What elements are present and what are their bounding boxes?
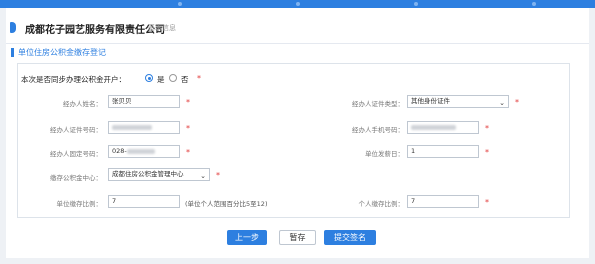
unit-ratio-note: (单位个人范围百分比5至12) xyxy=(185,200,268,208)
radio-no[interactable] xyxy=(169,74,177,82)
chevron-down-icon: ⌄ xyxy=(499,99,505,107)
personal-ratio-input[interactable]: 7 xyxy=(407,195,479,208)
agent-id-no-input[interactable] xyxy=(108,121,180,134)
agent-name-value: 张贝贝 xyxy=(112,97,132,105)
agent-name-label: 经办人姓名： xyxy=(63,100,102,108)
center-label: 缴存公积金中心： xyxy=(50,174,102,182)
prev-button[interactable]: 上一步 xyxy=(227,230,267,245)
agent-id-type-value: 其他身份证件 xyxy=(411,97,450,105)
agent-name-input[interactable]: 张贝贝 xyxy=(108,95,180,108)
payday-input[interactable]: 1 xyxy=(407,145,479,158)
required-mark: * xyxy=(186,148,190,157)
payday-label: 单位发薪日： xyxy=(365,150,404,158)
nav-dot xyxy=(532,2,536,6)
unit-ratio-label: 单位缴存比例： xyxy=(56,200,103,208)
agent-landline-label: 经办人固定号码： xyxy=(50,150,102,158)
flag-icon xyxy=(10,22,16,33)
page-header: 成都花子园艺服务有限责任公司 基本信息 xyxy=(6,8,589,44)
required-mark: * xyxy=(216,171,220,180)
required-mark: * xyxy=(485,198,489,207)
breadcrumb: 基本信息 xyxy=(148,24,176,32)
agent-landline-value: 028- xyxy=(112,147,127,155)
agent-landline-input[interactable]: 028- xyxy=(108,145,180,158)
form-panel xyxy=(17,63,570,218)
center-select[interactable]: 成都住房公积金管理中心 ⌄ xyxy=(108,168,210,181)
agent-phone-label: 经办人手机号码： xyxy=(352,126,404,134)
agent-id-type-select[interactable]: 其他身份证件 ⌄ xyxy=(407,95,509,108)
required-mark: * xyxy=(186,98,190,107)
required-mark: * xyxy=(186,124,190,133)
agent-id-no-label: 经办人证件号码： xyxy=(50,126,102,134)
unit-ratio-input[interactable]: 7 xyxy=(108,195,180,208)
personal-ratio-value: 7 xyxy=(411,197,416,205)
unit-ratio-value: 7 xyxy=(112,197,117,205)
submit-sign-button[interactable]: 提交签名 xyxy=(324,230,376,245)
required-mark: * xyxy=(515,98,519,107)
nav-dot xyxy=(414,2,418,6)
section-bar-icon xyxy=(11,48,14,57)
payday-value: 1 xyxy=(411,147,416,155)
center-value: 成都住房公积金管理中心 xyxy=(112,170,184,178)
required-mark: * xyxy=(485,124,489,133)
radio-yes-label: 是 xyxy=(157,75,165,84)
agent-id-type-label: 经办人证件类型： xyxy=(352,100,404,108)
nav-dot xyxy=(178,2,182,6)
company-name: 成都花子园艺服务有限责任公司 xyxy=(25,25,165,36)
account-question-label: 本次是否同步办理公积金开户： xyxy=(21,75,126,84)
personal-ratio-label: 个人缴存比例： xyxy=(358,200,405,208)
section-title: 单位住房公积金缴存登记 xyxy=(18,48,106,57)
required-mark: * xyxy=(485,148,489,157)
chevron-down-icon: ⌄ xyxy=(200,172,206,180)
radio-yes[interactable] xyxy=(145,74,153,82)
required-mark: * xyxy=(197,74,201,83)
agent-phone-input[interactable] xyxy=(407,121,479,134)
top-nav-bar xyxy=(0,0,595,8)
nav-dot xyxy=(296,2,300,6)
save-draft-button[interactable]: 暂存 xyxy=(279,230,316,245)
radio-no-label: 否 xyxy=(181,75,189,84)
